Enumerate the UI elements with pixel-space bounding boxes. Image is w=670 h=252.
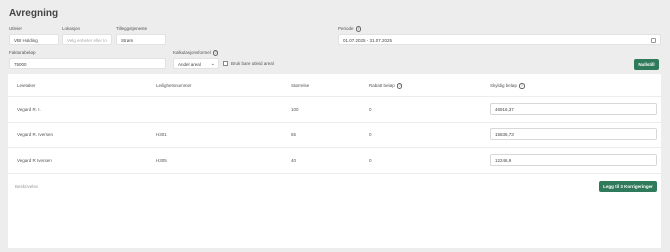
nullstill-button[interactable]: Nullstill — [634, 59, 659, 70]
divider — [8, 96, 661, 97]
tilleggstjeneste-select[interactable]: Strøm — [116, 34, 166, 45]
divider — [8, 122, 661, 123]
fakturabelop-label: Fakturabeløp — [9, 50, 36, 55]
legg-til-korrigeringer-button[interactable]: Legg til 3 Korrigeringer — [599, 181, 657, 192]
cell-leilighetsnummer: H301 — [156, 132, 167, 137]
help-icon[interactable]: ? — [355, 26, 362, 32]
chevron-down-icon: ⌄ — [210, 61, 215, 67]
utleier-label: Utleier — [9, 26, 23, 31]
checkbox[interactable] — [223, 61, 228, 67]
cell-rabatt: 0 — [369, 107, 372, 112]
utleier-select[interactable]: VBI Holding — [9, 34, 59, 45]
periode-label-wrap: Periode? — [338, 26, 362, 32]
only-active-checkbox-label: Bruk bare utleid areal — [231, 61, 274, 66]
divider — [8, 147, 661, 148]
cell-leietaker: Vegard R. Iversen — [17, 132, 54, 137]
cell-leilighetsnummer: H305 — [156, 158, 167, 163]
lokasjon-label: Lokasjon — [62, 26, 81, 31]
page-title: Avregning — [9, 8, 59, 19]
column-header-leilighetsnummer: Leilighetsnummer — [156, 83, 192, 88]
cell-rabatt: 0 — [369, 158, 372, 163]
fakturabelop-input[interactable]: 75000 — [9, 58, 166, 69]
help-icon[interactable]: ? — [212, 50, 219, 56]
column-header-leietaker: Leietaker — [17, 83, 36, 88]
cell-leietaker: Vegard R Iversen — [17, 158, 52, 163]
beskrivelse-input[interactable]: Beskrivelse — [15, 184, 265, 189]
cell-storrelse: 100 — [291, 107, 299, 112]
periode-value: 01.07.2025 - 31.07.2025 — [343, 38, 393, 43]
cell-leietaker: Vegard R. I. — [17, 107, 41, 112]
skyldig-input[interactable]: 46916,37 — [490, 103, 657, 115]
calendar-icon[interactable] — [651, 38, 656, 43]
cell-rabatt: 0 — [369, 132, 372, 137]
cell-storrelse: 40 — [291, 158, 297, 163]
column-header-storrelse: Størrelse — [291, 83, 310, 88]
avregning-table: Leietaker Leilighetsnummer Størrelse Rab… — [8, 74, 661, 248]
column-header-rabatt-wrap: Rabatt beløp? — [369, 83, 403, 89]
column-header-skyldig: Skyldig beløp — [490, 83, 518, 88]
column-header-skyldig-wrap: Skyldig beløp? — [490, 83, 525, 89]
periode-date-range[interactable]: 01.07.2025 - 31.07.2025 — [338, 34, 661, 45]
help-icon[interactable]: ? — [519, 83, 525, 89]
kalkulasjonsformel-label: Kalkulasjonsformel — [173, 50, 211, 55]
lokasjon-input[interactable]: Velg enheter eller lo — [62, 34, 112, 45]
kalkulasjonsformel-value: Andel areal — [178, 62, 201, 67]
cell-storrelse: 55 — [291, 132, 297, 137]
divider — [8, 173, 661, 174]
periode-label: Periode — [338, 26, 354, 31]
kalkulasjonsformel-select[interactable]: Andel areal ⌄ — [173, 58, 219, 69]
tilleggstjeneste-label: Tilleggstjeneste — [116, 26, 148, 31]
skyldig-input[interactable]: 12246,9 — [490, 154, 657, 166]
kalkulasjonsformel-label-wrap: Kalkulasjonsformel? — [173, 50, 219, 56]
help-icon[interactable]: ? — [396, 83, 403, 89]
only-active-checkbox-wrap[interactable]: Bruk bare utleid areal — [223, 61, 274, 67]
column-header-rabatt: Rabatt beløp — [369, 83, 395, 88]
skyldig-input[interactable]: 15836,73 — [490, 128, 657, 140]
